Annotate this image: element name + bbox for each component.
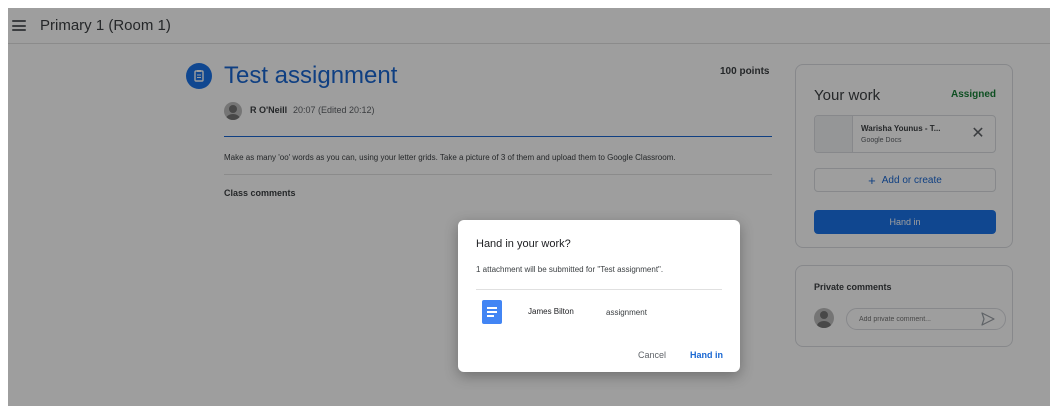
dialog-hand-in-button[interactable]: Hand in <box>690 350 723 360</box>
dialog-divider <box>476 289 722 290</box>
cancel-button[interactable]: Cancel <box>638 350 666 360</box>
dialog-title: Hand in your work? <box>476 238 571 250</box>
dialog-subtitle: 1 attachment will be submitted for "Test… <box>476 265 664 274</box>
docs-icon <box>482 300 502 324</box>
classroom-window: Primary 1 (Room 1) Test assignment 100 p… <box>8 8 1050 406</box>
dialog-file-name: James Bilton <box>528 307 574 316</box>
dialog-file-type: assignment <box>606 308 647 317</box>
hand-in-dialog: Hand in your work? 1 attachment will be … <box>458 220 740 372</box>
